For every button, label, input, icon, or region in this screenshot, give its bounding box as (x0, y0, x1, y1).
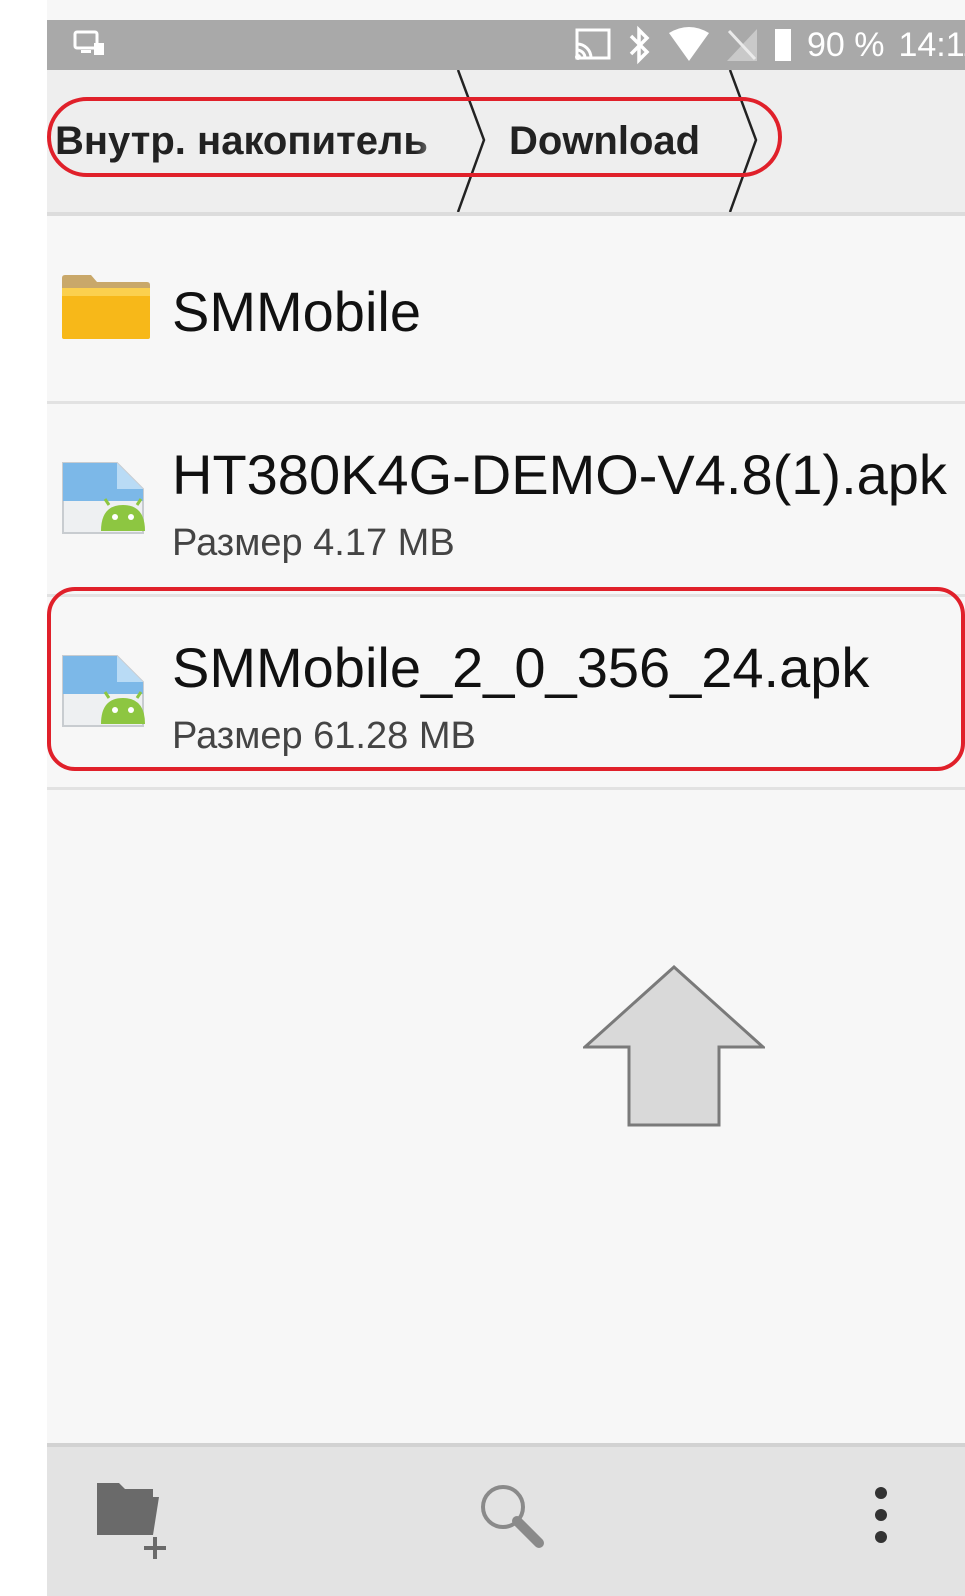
breadcrumb-item-internal-storage[interactable]: Внутр. накопитель (55, 119, 455, 164)
breadcrumb-separator-icon (724, 69, 764, 217)
file-name: SMMobile (172, 280, 421, 343)
search-icon[interactable] (477, 1481, 547, 1556)
new-folder-icon[interactable] (95, 1475, 179, 1566)
list-item-apk[interactable]: HT380K4G-DEMO-V4.8(1).apk Размер 4.17 MB (47, 404, 965, 597)
folder-icon (61, 274, 151, 345)
signal-icon (725, 27, 759, 63)
cast-icon (573, 28, 613, 62)
wifi-icon (667, 27, 711, 63)
breadcrumb-item-download[interactable]: Download (509, 119, 700, 164)
breadcrumb-separator-icon (452, 69, 492, 217)
bottom-toolbar (47, 1443, 965, 1596)
status-bar: 90 % 14:11 (47, 20, 965, 70)
arrow-up-icon (581, 964, 767, 1134)
file-size: Размер 4.17 MB (172, 522, 455, 564)
list-item-apk[interactable]: SMMobile_2_0_356_24.apk Размер 61.28 MB (47, 597, 965, 790)
file-list: SMMobile HT380K4G-DEMO-V4.8(1).apk Разме… (47, 216, 965, 790)
list-item-folder[interactable]: SMMobile (47, 216, 965, 404)
more-vert-icon[interactable] (869, 1483, 893, 1552)
file-manager-screen: 90 % 14:11 Внутр. накопитель Download (47, 0, 965, 1596)
file-size: Размер 61.28 MB (172, 715, 476, 757)
screenshot-icon (72, 29, 106, 64)
bluetooth-icon (627, 25, 653, 65)
apk-file-icon (61, 461, 145, 540)
apk-file-icon (61, 654, 145, 733)
file-name: HT380K4G-DEMO-V4.8(1).apk (172, 443, 947, 506)
battery-percent: 90 % (806, 25, 885, 64)
status-clock: 14:11 (898, 25, 965, 64)
file-name: SMMobile_2_0_356_24.apk (172, 636, 870, 699)
breadcrumb: Внутр. накопитель Download (47, 69, 965, 217)
battery-icon (773, 27, 793, 63)
